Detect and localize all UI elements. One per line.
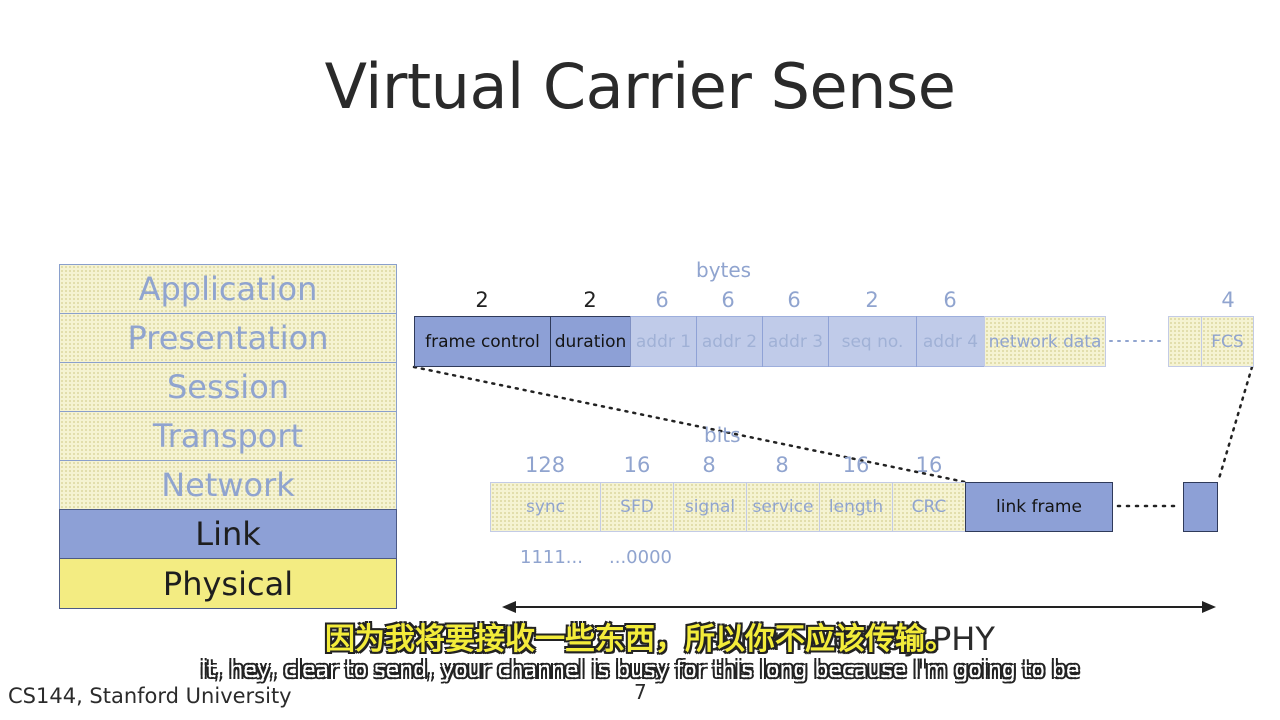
size-addr4: 6 <box>943 288 957 312</box>
field-crc: CRC <box>892 482 966 532</box>
field-signal: signal <box>673 482 747 532</box>
field-duration: duration <box>550 316 631 367</box>
size-signal: 8 <box>702 453 716 477</box>
size-length: 16 <box>842 453 870 477</box>
size-crc: 16 <box>915 453 943 477</box>
footer-credit: CS144, Stanford University <box>8 684 292 708</box>
layer-presentation: Presentation <box>59 313 397 362</box>
layer-physical: Physical <box>59 558 397 609</box>
connector-right <box>1216 365 1254 484</box>
size-addr2: 6 <box>721 288 735 312</box>
layer-network: Network <box>59 460 397 509</box>
field-addr4: addr 4 <box>916 316 985 367</box>
size-fcs: 4 <box>1221 288 1235 312</box>
field-network-data: network data <box>984 316 1106 367</box>
size-seq: 2 <box>865 288 879 312</box>
field-fcs: FCS <box>1201 316 1254 367</box>
bytes-label: bytes <box>696 258 752 282</box>
field-link-frame: link frame <box>965 482 1113 532</box>
size-sync: 128 <box>525 453 566 477</box>
sync-bits: 1111... <box>520 547 583 568</box>
field-service: service <box>746 482 820 532</box>
field-addr1: addr 1 <box>630 316 697 367</box>
field-link-frame-tail <box>1183 482 1218 532</box>
field-addr2: addr 2 <box>696 316 763 367</box>
size-addr3: 6 <box>787 288 801 312</box>
slide-title: Virtual Carrier Sense <box>324 50 956 123</box>
size-sfd: 16 <box>623 453 651 477</box>
size-addr1: 6 <box>655 288 669 312</box>
field-frame-control: frame control <box>414 316 551 367</box>
layer-transport: Transport <box>59 411 397 460</box>
field-length: length <box>819 482 893 532</box>
field-sync: sync <box>490 482 601 532</box>
osi-stack: Application Presentation Session Transpo… <box>59 264 397 609</box>
layer-link: Link <box>59 509 397 558</box>
field-sfd: SFD <box>600 482 674 532</box>
field-payload-tail <box>1168 316 1202 367</box>
page-number: 7 <box>634 680 647 704</box>
field-addr3: addr 3 <box>762 316 829 367</box>
bits-label: bits <box>704 423 741 447</box>
scramble-arrow-left-head <box>502 601 516 613</box>
layer-application: Application <box>59 264 397 313</box>
size-frame-control: 2 <box>475 288 489 312</box>
size-service: 8 <box>775 453 789 477</box>
subtitle-chinese: 因为我将要接收一些东西，所以你不应该传输。 <box>325 622 955 657</box>
size-duration: 2 <box>583 288 597 312</box>
scramble-arrow-right-head <box>1202 601 1216 613</box>
layer-session: Session <box>59 362 397 411</box>
field-seq: seq no. <box>828 316 917 367</box>
sfd-bits: ...0000 <box>609 547 672 568</box>
